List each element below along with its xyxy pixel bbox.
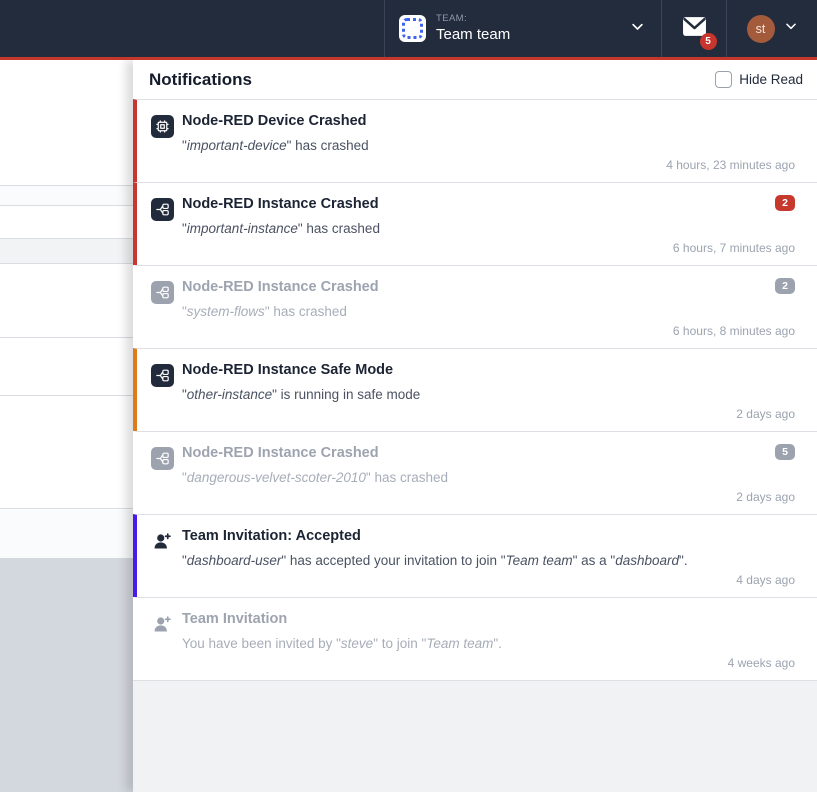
notifications-header: Notifications Hide Read [133, 60, 817, 99]
notification-title: Node-RED Device Crashed [182, 112, 795, 131]
notification-count-badge: 2 [775, 195, 795, 211]
table-row-line [0, 395, 140, 396]
notification-title: Node-RED Instance Safe Mode [182, 361, 795, 380]
table-row-line [0, 185, 140, 186]
notification-timestamp: 4 days ago [736, 573, 795, 587]
team-pixel-icon [402, 18, 423, 39]
notification-item[interactable]: Node-RED Instance Crashed "dangerous-vel… [133, 431, 817, 514]
notification-body: Team Invitation: Accepted "dashboard-use… [174, 527, 795, 597]
instance-pipeline-icon [151, 447, 174, 470]
team-avatar [399, 15, 426, 42]
notification-count-badge: 2 [775, 278, 795, 294]
hide-read-label: Hide Read [739, 72, 803, 87]
hide-read-toggle[interactable]: Hide Read [715, 71, 803, 88]
notification-icon-column [151, 610, 174, 680]
page-title: Notifications [149, 70, 252, 90]
notification-message: You have been invited by "steve" to join… [182, 635, 795, 653]
notification-list: Node-RED Device Crashed "important-devic… [133, 99, 817, 681]
instance-pipeline-icon [151, 281, 174, 304]
notifications-bell-button[interactable]: 5 [661, 0, 726, 57]
table-row-line [0, 263, 140, 264]
table-row-shade [0, 510, 140, 558]
device-chip-icon [151, 115, 174, 138]
notification-title: Team Invitation: Accepted [182, 527, 795, 546]
notification-title: Node-RED Instance Crashed [182, 195, 795, 214]
notification-timestamp: 2 days ago [736, 490, 795, 504]
notification-title: Node-RED Instance Crashed [182, 278, 795, 297]
avatar: st [747, 15, 775, 43]
table-row-line [0, 205, 140, 206]
notification-message: "important-device" has crashed [182, 137, 795, 155]
team-selector[interactable]: TEAM: Team team [384, 0, 661, 57]
notification-icon-column [151, 195, 174, 265]
instance-pipeline-icon [151, 198, 174, 221]
table-row-line [0, 337, 140, 338]
alert-accent-line [0, 57, 817, 60]
notification-title: Team Invitation [182, 610, 795, 629]
notification-count-badge: 5 [775, 444, 795, 460]
notification-timestamp: 4 hours, 23 minutes ago [666, 158, 795, 172]
table-row-shade [0, 238, 140, 263]
hide-read-checkbox[interactable] [715, 71, 732, 88]
chevron-down-icon [630, 19, 645, 39]
notification-message: "dangerous-velvet-scoter-2010" has crash… [182, 469, 795, 487]
notification-icon-column [151, 361, 174, 431]
notification-timestamp: 2 days ago [736, 407, 795, 421]
page-footer-area [0, 558, 140, 792]
notification-body: Node-RED Instance Crashed "dangerous-vel… [174, 444, 795, 514]
notification-item[interactable]: Node-RED Device Crashed "important-devic… [133, 99, 817, 182]
user-add-icon [151, 613, 174, 636]
notification-body: Team Invitation You have been invited by… [174, 610, 795, 680]
notification-item[interactable]: Team Invitation: Accepted "dashboard-use… [133, 514, 817, 597]
top-navbar: TEAM: Team team 5 st [0, 0, 817, 57]
notification-body: Node-RED Instance Safe Mode "other-insta… [174, 361, 795, 431]
notification-item[interactable]: Node-RED Instance Crashed "system-flows"… [133, 265, 817, 348]
notification-message: "system-flows" has crashed [182, 303, 795, 321]
notification-icon-column [151, 444, 174, 514]
user-add-icon [151, 530, 174, 553]
notification-item[interactable]: Team Invitation You have been invited by… [133, 597, 817, 680]
notification-icon-column [151, 278, 174, 348]
table-row-shade [0, 185, 140, 205]
notification-item[interactable]: Node-RED Instance Crashed "important-ins… [133, 182, 817, 265]
mail-icon: 5 [682, 16, 707, 42]
team-name: Team team [436, 26, 510, 43]
table-row-line [0, 508, 140, 509]
chevron-down-icon [784, 19, 798, 38]
unread-count-badge: 5 [700, 33, 717, 50]
notification-message: "dashboard-user" has accepted your invit… [182, 552, 795, 570]
notification-message: "other-instance" is running in safe mode [182, 386, 795, 404]
notification-timestamp: 6 hours, 8 minutes ago [673, 324, 795, 338]
notification-message: "important-instance" has crashed [182, 220, 795, 238]
instance-pipeline-icon [151, 364, 174, 387]
notifications-panel: Notifications Hide Read Node-RED Device … [133, 60, 817, 792]
user-menu[interactable]: st [726, 0, 817, 57]
notification-title: Node-RED Instance Crashed [182, 444, 795, 463]
notification-timestamp: 4 weeks ago [728, 656, 795, 670]
team-label: TEAM: [436, 14, 510, 25]
notification-icon-column [151, 527, 174, 597]
table-row-line [0, 238, 140, 239]
notification-timestamp: 6 hours, 7 minutes ago [673, 241, 795, 255]
notification-item[interactable]: Node-RED Instance Safe Mode "other-insta… [133, 348, 817, 431]
team-text: TEAM: Team team [436, 14, 510, 43]
notification-icon-column [151, 112, 174, 182]
